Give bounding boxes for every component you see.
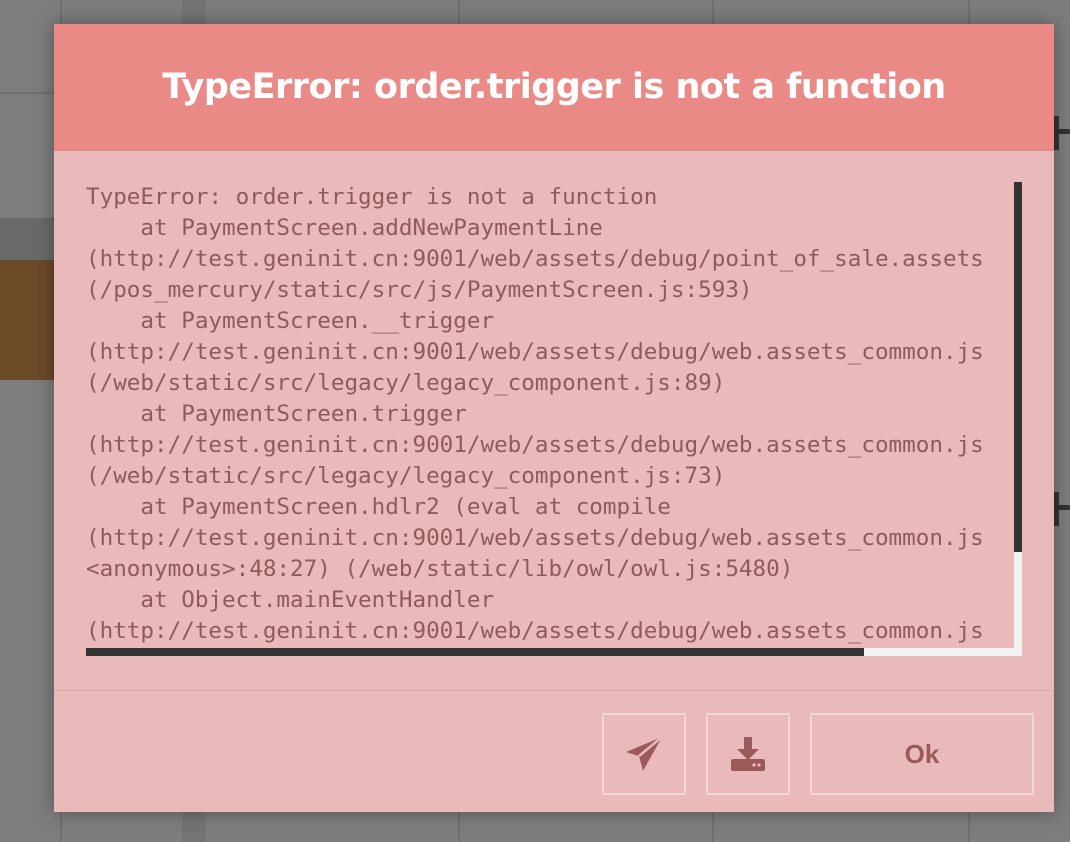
background-divider (0, 92, 60, 94)
background-handle (1054, 116, 1070, 150)
background-handle (1054, 492, 1070, 526)
vertical-scrollbar-thumb[interactable] (1014, 182, 1022, 552)
dialog-header: TypeError: order.trigger is not a functi… (54, 24, 1054, 151)
traceback-scroll-area[interactable]: TypeError: order.trigger is not a functi… (86, 182, 1022, 656)
send-report-button[interactable] (602, 713, 686, 795)
background-panel (0, 218, 60, 260)
background-category-tile (0, 260, 60, 380)
dialog-body: TypeError: order.trigger is not a functi… (54, 151, 1054, 690)
traceback-text: TypeError: order.trigger is not a functi… (86, 184, 984, 644)
dialog-footer: Ok (54, 690, 1054, 812)
download-icon (729, 736, 767, 772)
error-dialog: TypeError: order.trigger is not a functi… (54, 24, 1054, 812)
download-button[interactable] (706, 713, 790, 795)
paper-plane-icon (624, 735, 664, 773)
ok-button[interactable]: Ok (810, 713, 1034, 795)
horizontal-scrollbar-thumb[interactable] (86, 648, 864, 656)
vertical-scrollbar[interactable] (1014, 182, 1022, 656)
horizontal-scrollbar[interactable] (86, 648, 1022, 656)
dialog-title: TypeError: order.trigger is not a functi… (162, 67, 946, 107)
